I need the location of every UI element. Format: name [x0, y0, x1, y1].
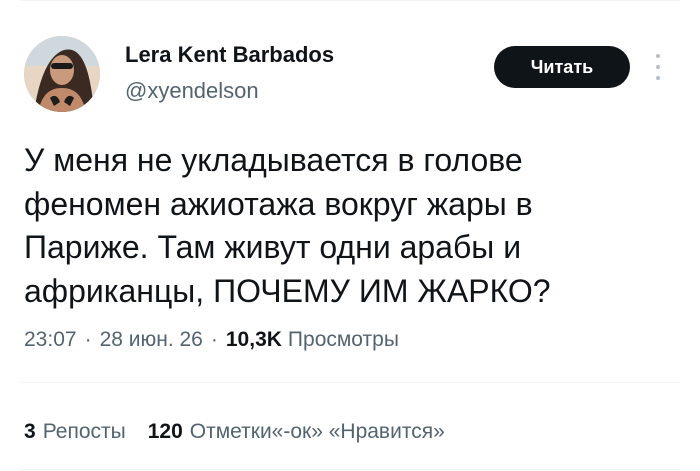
tweet-line: У меня не укладывается в голове: [24, 142, 523, 178]
author-display-name[interactable]: Lera Kent Barbados: [125, 42, 334, 68]
likes-label: Отметки«-ок» «Нравится»: [189, 420, 445, 443]
tweet-line: Париже. Там живут одни арабы и: [24, 229, 522, 265]
reposts-count: 3: [24, 420, 36, 443]
follow-button[interactable]: Читать: [494, 46, 630, 88]
engagement-stats: 3 Репосты 120 Отметки«-ок» «Нравится»: [24, 420, 445, 444]
tweet-line: феномен ажиотажа вокруг жары в: [24, 185, 533, 222]
views-label: Просмотры: [287, 328, 399, 351]
more-dot: [656, 76, 660, 80]
likes-stat[interactable]: 120 Отметки«-ок» «Нравится»: [148, 420, 445, 444]
avatar[interactable]: [24, 36, 100, 112]
author-handle[interactable]: @xyendelson: [125, 78, 259, 104]
likes-count: 120: [147, 420, 183, 443]
views-count: 10,3K: [225, 328, 282, 351]
avatar-photo: [24, 36, 100, 112]
tweet-line: африканцы, ПОЧЕМУ ИМ ЖАРКО?: [24, 272, 551, 309]
more-vertical-icon[interactable]: [652, 54, 664, 80]
meta-separator: ·: [84, 328, 92, 351]
more-dot: [656, 54, 660, 58]
reposts-stat[interactable]: 3 Репосты: [24, 420, 126, 444]
top-divider: [20, 0, 680, 1]
tweet-time[interactable]: 23:07: [24, 328, 77, 352]
bottom-divider: [20, 469, 680, 470]
more-dot: [656, 65, 660, 69]
stats-divider: [20, 382, 680, 383]
meta-separator: ·: [210, 328, 218, 351]
reposts-label: Репосты: [42, 420, 126, 443]
tweet-text: У меня не укладывается в голове феномен …: [24, 139, 684, 313]
tweet-meta: 23:07 · 28 июн. 26 · 10,3K Просмотры: [24, 328, 399, 352]
tweet-date[interactable]: 28 июн. 26: [100, 328, 203, 352]
